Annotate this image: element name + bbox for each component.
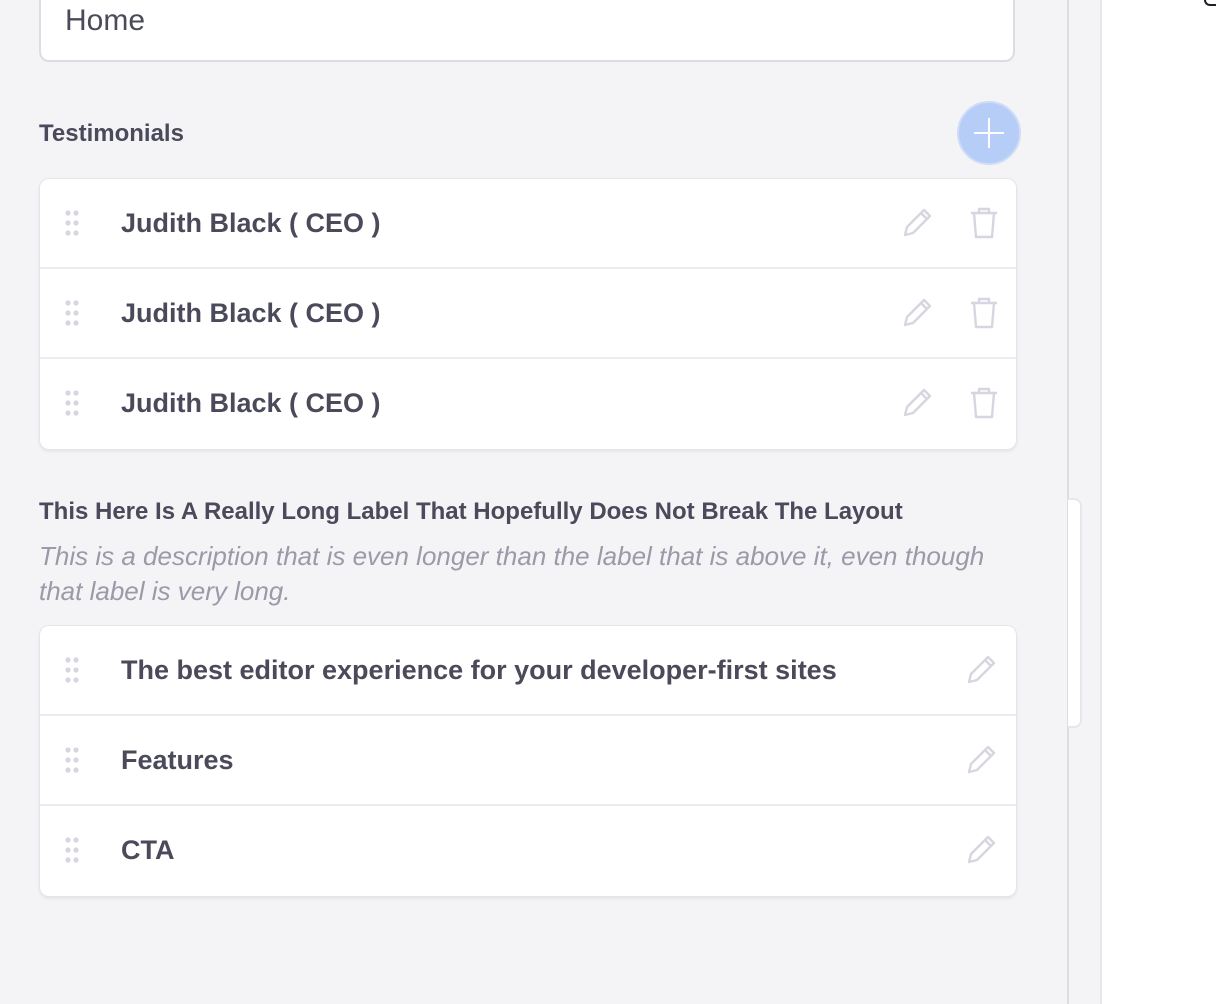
list-item[interactable]: Judith Black ( CEO ) — [40, 269, 1016, 359]
preview-edge — [1068, 498, 1082, 728]
testimonials-title: Testimonials — [39, 120, 184, 147]
list-item[interactable]: CTA — [40, 806, 1016, 896]
editor-panel: Home Testimonials Judith Black ( CEO ) J… — [0, 0, 1069, 1004]
list-item-label: Judith Black ( CEO ) — [121, 388, 381, 418]
long-section-description: This is a description that is even longe… — [39, 541, 985, 606]
pencil-icon[interactable] — [900, 296, 934, 330]
list-item-label: Features — [121, 745, 234, 775]
sections-list: The best editor experience for your deve… — [39, 625, 1017, 897]
title-input[interactable]: Home — [39, 0, 1015, 62]
drag-handle-icon[interactable] — [64, 210, 80, 236]
list-item-label: The best editor experience for your deve… — [121, 655, 837, 685]
drag-handle-icon[interactable] — [64, 837, 80, 863]
preview-corner-mark — [1204, 0, 1216, 6]
pencil-icon[interactable] — [900, 206, 934, 240]
trash-icon[interactable] — [967, 386, 1001, 420]
testimonials-list: Judith Black ( CEO ) Judith Black ( CEO … — [39, 178, 1017, 450]
list-item[interactable]: Judith Black ( CEO ) — [40, 179, 1016, 269]
title-input-value: Home — [65, 4, 146, 37]
list-item-label: Judith Black ( CEO ) — [121, 298, 381, 328]
list-item[interactable]: Features — [40, 716, 1016, 806]
add-testimonial-button[interactable] — [957, 101, 1021, 165]
drag-handle-icon[interactable] — [64, 390, 80, 416]
pencil-icon[interactable] — [900, 386, 934, 420]
drag-handle-icon[interactable] — [64, 300, 80, 326]
list-item[interactable]: Judith Black ( CEO ) — [40, 359, 1016, 449]
list-item[interactable]: The best editor experience for your deve… — [40, 626, 1016, 716]
pencil-icon[interactable] — [964, 743, 998, 777]
long-section-title: This Here Is A Really Long Label That Ho… — [39, 498, 903, 525]
pencil-icon[interactable] — [964, 653, 998, 687]
drag-handle-icon[interactable] — [64, 657, 80, 683]
trash-icon[interactable] — [967, 206, 1001, 240]
trash-icon[interactable] — [967, 296, 1001, 330]
list-item-label: CTA — [121, 835, 175, 865]
list-item-label: Judith Black ( CEO ) — [121, 208, 381, 238]
pencil-icon[interactable] — [964, 833, 998, 867]
drag-handle-icon[interactable] — [64, 747, 80, 773]
preview-pane — [1068, 0, 1216, 1004]
